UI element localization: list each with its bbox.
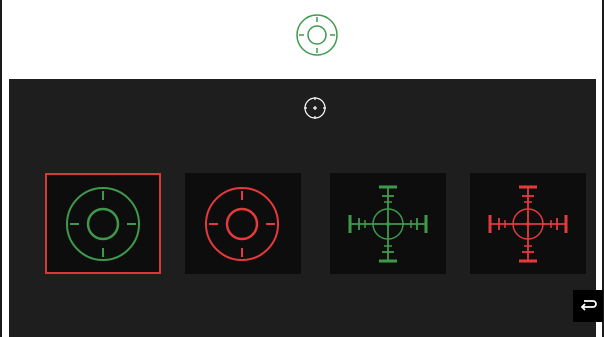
reticle-option-green-cross[interactable] <box>330 173 446 274</box>
back-button[interactable] <box>573 290 603 322</box>
reticle-cross-red-icon <box>488 185 568 263</box>
frame-border-left <box>0 0 2 337</box>
reticle-circle-red-icon <box>205 187 279 261</box>
reticle-option-red-circle[interactable] <box>185 173 301 274</box>
reticle-circle-green-icon <box>66 187 140 261</box>
reticle-option-red-cross[interactable] <box>470 173 586 274</box>
reticle-cross-green-icon <box>348 185 428 263</box>
reticle-option-green-circle[interactable] <box>45 173 161 274</box>
crosshair-small-white-icon <box>304 97 326 119</box>
return-arrow-icon <box>580 300 597 311</box>
preview-panel <box>0 0 604 79</box>
crosshair-circle-green-icon <box>296 14 338 56</box>
